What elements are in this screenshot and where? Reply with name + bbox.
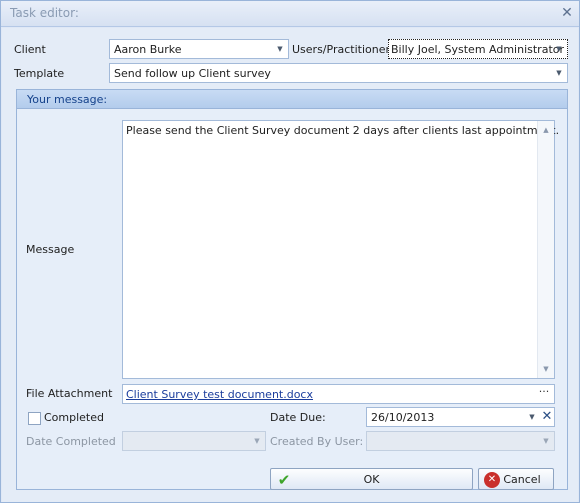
template-value: Send follow up Client survey bbox=[114, 67, 271, 80]
title-bar: Task editor: ✕ bbox=[1, 1, 579, 27]
users-value: Billy Joel, System Administrator bbox=[391, 43, 565, 56]
client-value: Aaron Burke bbox=[114, 43, 182, 56]
date-completed-label: Date Completed bbox=[26, 435, 116, 448]
window-title: Task editor: bbox=[10, 6, 79, 20]
file-attachment-link[interactable]: Client Survey test document.docx bbox=[126, 388, 313, 401]
date-due-field[interactable]: 26/10/2013 ▼ ✕ bbox=[366, 407, 555, 427]
template-label: Template bbox=[14, 67, 65, 80]
message-group-header: Your message: bbox=[16, 89, 568, 109]
template-combo[interactable]: Send follow up Client survey ▼ bbox=[109, 63, 568, 83]
task-editor-window: Task editor: ✕ Client Aaron Burke ▼ User… bbox=[0, 0, 580, 503]
created-by-field[interactable]: ▼ bbox=[366, 431, 555, 451]
client-combo[interactable]: Aaron Burke ▼ bbox=[109, 39, 289, 59]
chevron-down-icon[interactable]: ▼ bbox=[252, 436, 262, 446]
scroll-down-icon[interactable]: ▼ bbox=[538, 362, 554, 376]
file-attachment-label: File Attachment bbox=[26, 387, 113, 400]
file-attachment-field[interactable]: Client Survey test document.docx ··· bbox=[122, 384, 555, 404]
message-textarea[interactable]: Please send the Client Survey document 2… bbox=[122, 120, 559, 379]
message-label: Message bbox=[26, 243, 75, 256]
message-scrollbar[interactable]: ▲ ▼ bbox=[537, 121, 554, 378]
created-by-label: Created By User: bbox=[270, 435, 364, 448]
chevron-down-icon[interactable]: ▼ bbox=[554, 44, 564, 54]
chevron-down-icon[interactable]: ▼ bbox=[541, 436, 551, 446]
dialog-body: Client Aaron Burke ▼ Users/Practitioners… bbox=[2, 28, 578, 502]
chevron-down-icon[interactable]: ▼ bbox=[527, 412, 537, 422]
message-text: Please send the Client Survey document 2… bbox=[126, 124, 560, 137]
users-combo[interactable]: Billy Joel, System Administrator ▼ bbox=[388, 39, 568, 59]
ok-button-label: OK bbox=[363, 473, 380, 486]
date-completed-field[interactable]: ▼ bbox=[122, 431, 266, 451]
users-label: Users/Practitioners bbox=[292, 43, 396, 56]
date-due-label: Date Due: bbox=[270, 411, 326, 424]
cancel-button-label: Cancel bbox=[503, 473, 541, 486]
date-due-value: 26/10/2013 bbox=[371, 411, 435, 424]
ok-button[interactable]: ✔ OK bbox=[270, 468, 473, 490]
completed-checkbox[interactable] bbox=[28, 412, 41, 425]
scroll-up-icon[interactable]: ▲ bbox=[538, 123, 554, 137]
completed-label[interactable]: Completed bbox=[44, 411, 104, 424]
clear-icon[interactable]: ✕ bbox=[541, 409, 553, 425]
cancel-button[interactable]: ✕ Cancel bbox=[478, 468, 554, 490]
ellipsis-icon[interactable]: ··· bbox=[537, 385, 551, 403]
client-label: Client bbox=[14, 43, 46, 56]
group-header-title: Your message: bbox=[27, 93, 108, 106]
chevron-down-icon[interactable]: ▼ bbox=[275, 44, 285, 54]
chevron-down-icon[interactable]: ▼ bbox=[554, 68, 564, 78]
close-icon[interactable]: ✕ bbox=[559, 5, 575, 21]
